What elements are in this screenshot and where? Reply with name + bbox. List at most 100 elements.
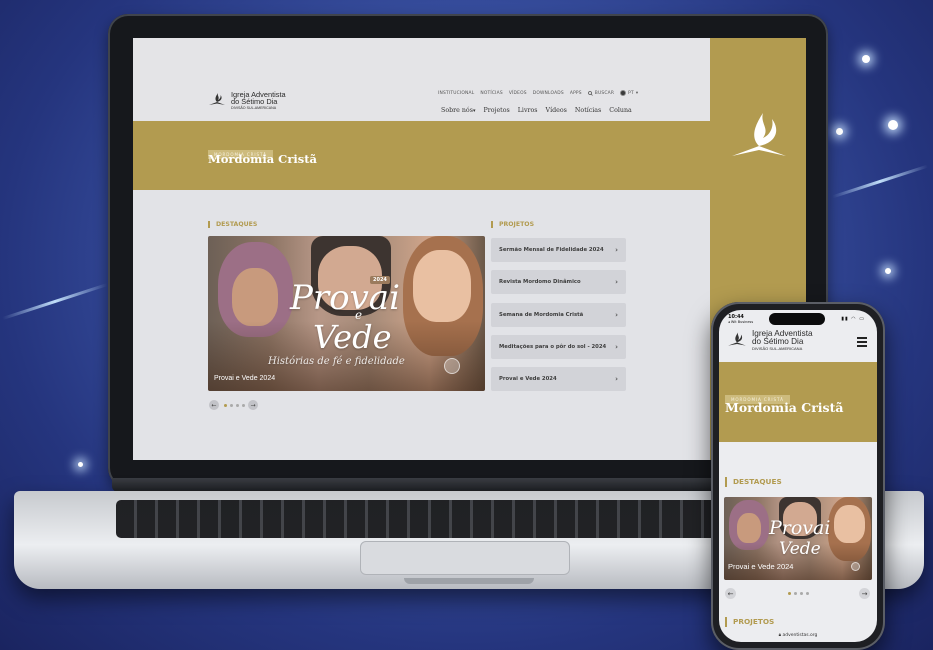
carousel-dot[interactable] xyxy=(806,592,809,595)
chevron-down-icon: ▾ xyxy=(635,90,639,96)
light-flare xyxy=(78,462,83,467)
carousel-dots xyxy=(224,404,245,407)
logo-line2: do Sétimo Dia xyxy=(752,337,804,347)
nav-institucional[interactable]: INSTITUCIONAL xyxy=(438,90,474,96)
nav-sobre-nos[interactable]: Sobre nós▾ xyxy=(441,107,475,114)
carousel-dot[interactable] xyxy=(800,592,803,595)
banner-word-provai: Provai xyxy=(769,517,831,539)
logo-line3: DIVISÃO SUL-AMERICANA xyxy=(231,105,277,110)
wifi-icon: ◠ xyxy=(851,316,857,322)
light-flare xyxy=(885,268,891,274)
carousel-dot[interactable] xyxy=(236,404,239,407)
project-item[interactable]: Revista Mordomo Dinâmico › xyxy=(491,270,626,294)
battery-icon: ▭ xyxy=(859,316,865,322)
light-streak xyxy=(831,164,929,199)
project-item[interactable]: Meditações para o pôr do sol - 2024 › xyxy=(491,335,626,359)
arrow-right-icon: → xyxy=(861,589,868,598)
banner-caption: Provai e Vede 2024 xyxy=(214,375,276,382)
banner-year: 2024 xyxy=(370,276,390,284)
carousel-dot[interactable] xyxy=(242,404,245,407)
hamburger-menu-icon[interactable] xyxy=(857,337,867,349)
carousel-next-button[interactable]: → xyxy=(248,400,258,410)
light-flare xyxy=(888,120,898,130)
project-item[interactable]: Semana de Mordomia Cristã › xyxy=(491,303,626,327)
language-selector[interactable]: PT ▾ xyxy=(620,90,638,96)
projetos-heading: PROJETOS xyxy=(491,221,534,228)
nav-apps[interactable]: APPS xyxy=(570,90,582,96)
arrow-left-icon: ← xyxy=(211,401,217,409)
browser-url-bar[interactable]: 🔒︎ adventistas.org xyxy=(719,632,877,638)
carousel-dot[interactable] xyxy=(788,592,791,595)
site-logo[interactable]: Igreja Adventista do Sétimo Dia DIVISÃO … xyxy=(727,329,813,352)
nav-search[interactable]: BUSCAR xyxy=(587,90,615,96)
project-item[interactable]: Sermão Mensal de Fidelidade 2024 › xyxy=(491,238,626,262)
status-icons: ▮▮ ◠ ▭ xyxy=(841,316,865,322)
nav-downloads[interactable]: DOWNLOADS xyxy=(533,90,564,96)
light-streak xyxy=(2,283,108,320)
carousel-dots xyxy=(788,592,809,595)
banner-word-vede: Vede xyxy=(779,539,821,559)
banner-face-3 xyxy=(413,250,471,322)
nav-noticias[interactable]: NOTÍCIAS xyxy=(480,90,502,96)
signal-icon: ▮▮ xyxy=(841,316,849,322)
chevron-right-icon: › xyxy=(615,246,618,254)
project-item-label: Sermão Mensal de Fidelidade 2024 xyxy=(499,247,604,253)
page-hero: MORDOMIA CRISTÃ Mordomia Cristã xyxy=(133,121,710,190)
page-title: Mordomia Cristã xyxy=(208,152,317,166)
project-item[interactable]: Provai e Vede 2024 › xyxy=(491,367,626,391)
destaques-heading: DESTAQUES xyxy=(725,477,782,487)
arrow-right-icon: → xyxy=(250,401,256,409)
project-item-label: Meditações para o pôr do sol - 2024 xyxy=(499,344,607,350)
carousel-prev-button[interactable]: ← xyxy=(725,588,736,599)
chevron-right-icon: › xyxy=(615,311,618,319)
church-flame-bible-icon xyxy=(728,332,746,346)
nav-videos-main[interactable]: Vídeos xyxy=(546,107,567,114)
top-utility-nav: INSTITUCIONAL NOTÍCIAS VÍDEOS DOWNLOADS … xyxy=(438,90,638,96)
status-carrier: ◂ Wit Business xyxy=(728,320,754,324)
church-flame-bible-icon xyxy=(209,93,225,105)
carousel-prev-button[interactable]: ← xyxy=(209,400,219,410)
laptop-front-notch xyxy=(404,578,534,584)
nav-noticias-main[interactable]: Notícias xyxy=(575,107,601,114)
nav-videos[interactable]: VÍDEOS xyxy=(509,90,527,96)
carousel-dot[interactable] xyxy=(230,404,233,407)
chevron-right-icon: › xyxy=(615,278,618,286)
main-nav: Sobre nós▾ Projetos Livros Vídeos Notíci… xyxy=(441,107,632,114)
search-icon xyxy=(587,90,593,96)
nav-coluna[interactable]: Coluna xyxy=(609,107,632,114)
project-item-label: Provai e Vede 2024 xyxy=(499,376,557,382)
page-hero: MORDOMIA CRISTÃ Mordomia Cristã xyxy=(719,362,877,442)
banner-word-provai: Provai xyxy=(290,278,400,318)
lock-icon: 🔒︎ xyxy=(778,633,782,638)
page-title: Mordomia Cristã xyxy=(725,400,844,415)
arrow-left-icon: ← xyxy=(727,589,734,598)
project-item-label: Semana de Mordomia Cristã xyxy=(499,312,584,318)
carousel-dot[interactable] xyxy=(224,404,227,407)
carousel-next-button[interactable]: → xyxy=(859,588,870,599)
site-header: Igreja Adventista do Sétimo Dia DIVISÃO … xyxy=(133,38,710,121)
nav-livros[interactable]: Livros xyxy=(518,107,538,114)
banner-caption: Provai e Vede 2024 xyxy=(728,562,794,571)
banner-seal-icon xyxy=(444,358,460,374)
light-flare xyxy=(836,128,843,135)
projetos-heading: PROJETOS xyxy=(725,617,774,627)
search-label: BUSCAR xyxy=(594,90,615,96)
laptop-trackpad xyxy=(360,541,570,575)
featured-banner[interactable]: Provai Vede Provai e Vede 2024 xyxy=(724,497,872,580)
church-flame-bible-icon xyxy=(732,113,786,156)
featured-banner[interactable]: Provai 2024 e Vede Histórias de fé e fid… xyxy=(208,236,485,391)
destaques-heading: DESTAQUES xyxy=(208,221,257,228)
banner-face-3 xyxy=(834,505,865,543)
language-label: PT xyxy=(628,90,634,96)
logo-line2: do Sétimo Dia xyxy=(231,97,278,107)
light-flare xyxy=(862,55,870,63)
status-bar: 10:44 ◂ Wit Business xyxy=(728,314,753,324)
carousel-dot[interactable] xyxy=(794,592,797,595)
logo-line3: DIVISÃO SUL-AMERICANA xyxy=(752,346,803,352)
nav-projetos[interactable]: Projetos xyxy=(483,107,509,114)
laptop-screen: Igreja Adventista do Sétimo Dia DIVISÃO … xyxy=(133,38,806,460)
chevron-down-icon: ▾ xyxy=(472,108,476,114)
banner-subtitle: Histórias de fé e fidelidade xyxy=(268,356,405,367)
site-logo[interactable]: Igreja Adventista do Sétimo Dia DIVISÃO … xyxy=(208,91,286,110)
banner-face-1 xyxy=(232,268,278,326)
